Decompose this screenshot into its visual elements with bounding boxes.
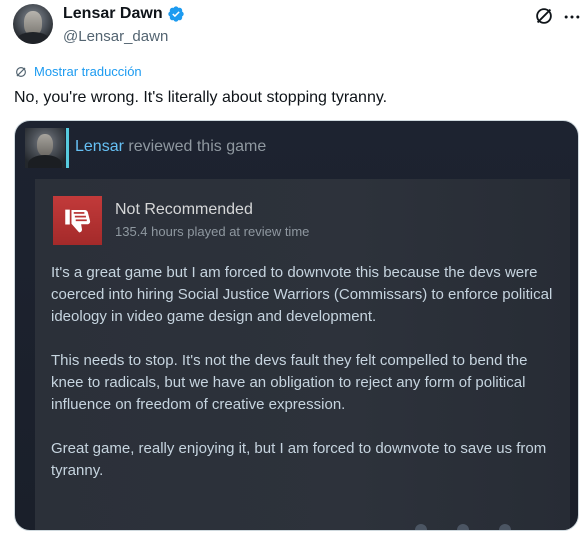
- review-paragraph: This needs to stop. It's not the devs fa…: [51, 352, 528, 413]
- footer-icon: [415, 524, 427, 530]
- review-paragraph: Great game, really enjoying it, but I am…: [51, 440, 547, 479]
- tweet: Lensar Dawn @Lensar_dawn Mostrar traducc…: [0, 0, 586, 541]
- reviewer-avatar: [25, 128, 65, 168]
- review-title: Lensar reviewed this game: [75, 138, 266, 156]
- reviewer-name: Lensar: [75, 138, 124, 155]
- review-body: It's a great game but I am forced to dow…: [51, 262, 561, 504]
- review-footer-icons: [415, 524, 511, 530]
- review-header: Lensar reviewed this game: [15, 121, 578, 179]
- verified-badge-icon: [167, 6, 184, 22]
- show-translation-link[interactable]: Mostrar traducción: [14, 64, 142, 79]
- grok-icon[interactable]: [533, 5, 555, 27]
- attached-image-steam-review[interactable]: Lensar reviewed this game Not Recommende…: [14, 120, 579, 531]
- review-title-rest: reviewed this game: [128, 138, 267, 155]
- more-options-icon[interactable]: [562, 7, 582, 27]
- author-handle[interactable]: @Lensar_dawn: [63, 28, 168, 45]
- hours-played: 135.4 hours played at review time: [115, 224, 310, 239]
- translate-icon: [16, 66, 26, 77]
- review-verdict: Not Recommended: [115, 201, 253, 218]
- footer-icon: [499, 524, 511, 530]
- tweet-text: No, you're wrong. It's literally about s…: [14, 89, 388, 106]
- review-paragraph: It's a great game but I am forced to dow…: [51, 264, 553, 325]
- show-translation-label: Mostrar traducción: [34, 64, 142, 79]
- footer-icon: [457, 524, 469, 530]
- author-name-row: Lensar Dawn: [63, 5, 185, 23]
- author-display-name[interactable]: Lensar Dawn: [63, 5, 163, 23]
- author-avatar[interactable]: [13, 4, 53, 44]
- online-status-bar: [66, 128, 69, 168]
- thumbs-down-icon: [53, 196, 102, 245]
- review-panel: Not Recommended 135.4 hours played at re…: [35, 179, 570, 530]
